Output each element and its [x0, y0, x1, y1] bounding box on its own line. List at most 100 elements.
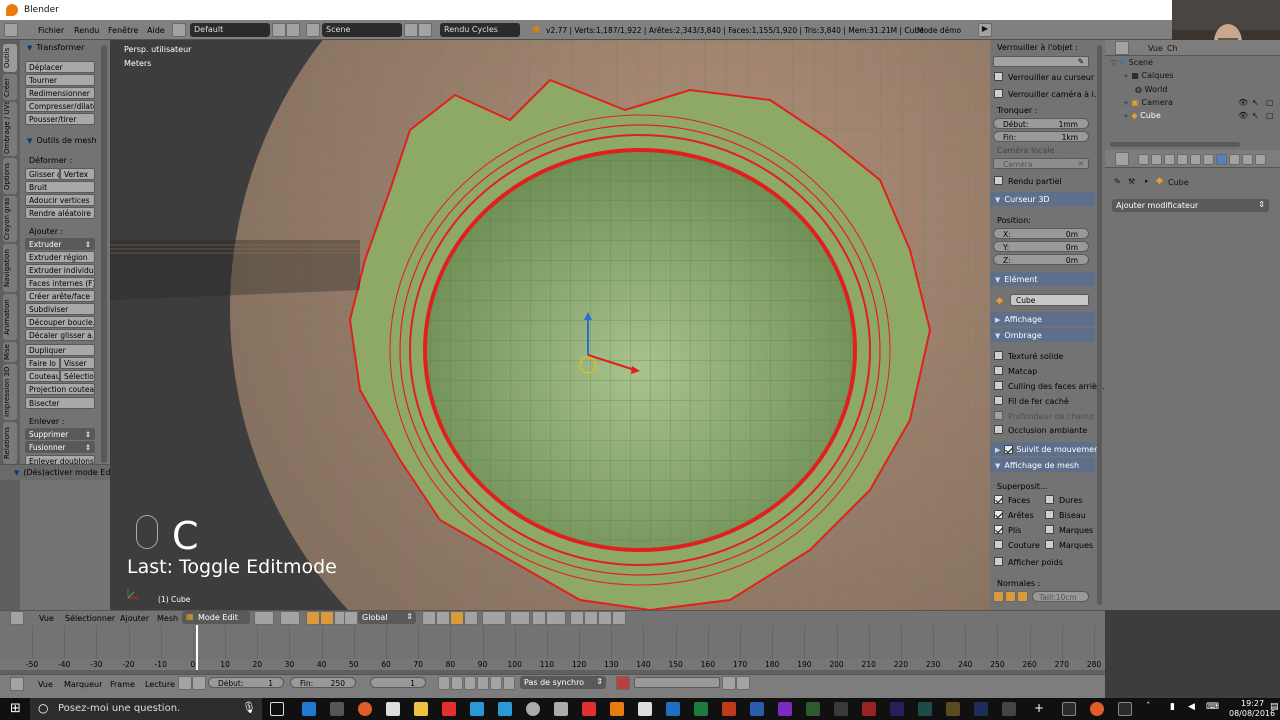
microphone-icon[interactable]: 🎙: [242, 701, 256, 714]
data-tab-icon[interactable]: [1229, 154, 1240, 165]
outliner-scrollbar[interactable]: [1110, 142, 1240, 147]
outlook-icon[interactable]: [666, 702, 680, 716]
keying-set-field[interactable]: [634, 677, 720, 688]
task-view-icon[interactable]: [270, 702, 284, 716]
after-effects-icon[interactable]: [890, 702, 904, 716]
opengl-anim-icon[interactable]: [598, 611, 612, 625]
object-name-field[interactable]: Cube: [1010, 294, 1089, 306]
timeline-menu-marqueur[interactable]: Marqueur: [64, 680, 102, 689]
tab-creer[interactable]: Créer: [3, 74, 17, 100]
object-tab-icon[interactable]: [1190, 154, 1201, 165]
muse-icon[interactable]: [834, 702, 848, 716]
end-frame-field[interactable]: Fin: 250: [290, 677, 356, 688]
jump-end-icon[interactable]: [503, 676, 515, 690]
decaler-glisser-button[interactable]: Décaler glisser a...: [25, 329, 95, 341]
excel-icon[interactable]: [694, 702, 708, 716]
dof-checkbox[interactable]: [994, 411, 1003, 420]
edge-icon[interactable]: [302, 702, 316, 716]
render-engine-select[interactable]: Rendu Cycles: [440, 23, 520, 37]
add-layout-button[interactable]: [272, 23, 286, 37]
last-operator-header[interactable]: ▼ (Dés)activer mode Edit: [14, 468, 116, 477]
app-icon-9[interactable]: [1118, 702, 1132, 716]
timeline[interactable]: -50 -40 -30 -20 -10 0 10 20 30 40 50 60 70 80 90 100 110…: [0, 625, 1105, 698]
textured-solid-checkbox[interactable]: [994, 351, 1003, 360]
dreamweaver-icon[interactable]: [806, 702, 820, 716]
app-icon-2[interactable]: [498, 702, 512, 716]
tab-animation[interactable]: Animation: [3, 294, 17, 340]
jump-keyframe-back-icon[interactable]: [451, 676, 463, 690]
fireworks-icon[interactable]: [946, 702, 960, 716]
matcap-checkbox[interactable]: [994, 366, 1003, 375]
toolshelf-scrollbar[interactable]: [101, 45, 107, 463]
tab-mise[interactable]: Mise: [3, 342, 17, 362]
clip-start-field[interactable]: Début: 1mm: [993, 118, 1089, 129]
remove-layout-button[interactable]: [286, 23, 300, 37]
tab-crayon-gras[interactable]: Crayon gras: [3, 196, 17, 242]
motion-tracking-checkbox[interactable]: [1004, 445, 1014, 454]
tab-outils[interactable]: Outils: [3, 44, 17, 72]
outliner-menu-ch[interactable]: Ch: [1167, 44, 1178, 53]
firefox-tray-icon[interactable]: [1090, 702, 1104, 716]
deplacer-button[interactable]: Déplacer: [25, 61, 95, 73]
store-icon[interactable]: [386, 702, 400, 716]
creer-arete-face-button[interactable]: Créer arête/face: [25, 290, 95, 302]
viewport-menu-ajouter[interactable]: Ajouter: [120, 614, 149, 623]
timeline-menu-vue[interactable]: Vue: [38, 680, 53, 689]
viewport-menu-selectionner[interactable]: Sélectionner: [65, 614, 115, 623]
snap-icon[interactable]: [532, 611, 546, 625]
calculator-icon[interactable]: [330, 702, 344, 716]
cursor3d-panel-header[interactable]: ▼ Curseur 3D: [995, 195, 1050, 204]
pousser-tirer-button[interactable]: Pousser/tirer: [25, 113, 95, 125]
ao-checkbox[interactable]: [994, 425, 1003, 434]
pivot-point-icon[interactable]: [280, 611, 300, 625]
blender-taskbar-icon[interactable]: [610, 702, 624, 716]
scene-tab-icon[interactable]: [1164, 154, 1175, 165]
backface-culling-checkbox[interactable]: [994, 381, 1003, 390]
current-frame-field[interactable]: 1: [370, 677, 426, 688]
glisser-button[interactable]: Glisser a: [25, 168, 60, 180]
render-border-checkbox[interactable]: [994, 176, 1003, 185]
supprimer-menu[interactable]: Supprimer ⇕: [25, 428, 95, 440]
modifiers-tab-icon[interactable]: [1216, 154, 1227, 165]
render-camera-icon[interactable]: ▢: [1266, 98, 1274, 107]
windows-start-icon[interactable]: ⊞: [10, 701, 21, 716]
snap-element-icon[interactable]: [546, 611, 566, 625]
acrobat-icon[interactable]: [442, 702, 456, 716]
start-frame-field[interactable]: Début: 1: [208, 677, 284, 688]
select-arrow-icon[interactable]: ↖: [1252, 111, 1259, 120]
keyboard-icon[interactable]: ⌨: [1206, 702, 1219, 712]
clock-date[interactable]: 08/08/2016: [1229, 709, 1275, 718]
outliner-item-scene[interactable]: ▽ ⚙ Scene: [1111, 58, 1153, 67]
app-icon-6[interactable]: [638, 702, 652, 716]
file-explorer-icon[interactable]: [414, 702, 428, 716]
extruder-menu[interactable]: Extruder ⇕: [25, 238, 95, 250]
add-modifier-menu[interactable]: Ajouter modificateur ⇕: [1112, 199, 1269, 212]
outliner-item-calques[interactable]: + ▦ Calques: [1123, 71, 1173, 80]
jump-keyframe-forward-icon[interactable]: [490, 676, 502, 690]
outliner-item-world[interactable]: ◍ World: [1135, 85, 1167, 94]
clock-time[interactable]: 19:27: [1241, 699, 1264, 708]
timeline-menu-lecture[interactable]: Lecture: [145, 680, 175, 689]
animate-icon[interactable]: [862, 702, 876, 716]
visser-button[interactable]: Visser: [60, 357, 95, 369]
lock-object-field[interactable]: ✎: [993, 56, 1089, 67]
tourner-button[interactable]: Tourner: [25, 74, 95, 86]
app-icon-3[interactable]: [526, 702, 540, 716]
visibility-eye-icon[interactable]: 👁: [1238, 98, 1248, 107]
lock-cursor-checkbox[interactable]: [994, 72, 1003, 81]
render-tab-icon[interactable]: [1138, 154, 1149, 165]
vertex-normal-icon[interactable]: [993, 591, 1004, 602]
orientation-select[interactable]: Global ⇕: [358, 611, 416, 624]
lock-view-icon[interactable]: [612, 611, 626, 625]
mode-select[interactable]: Mode Edit ▦: [182, 611, 250, 624]
outliner-menu-vue[interactable]: Vue: [1148, 44, 1163, 53]
outils-mesh-panel-header[interactable]: ▼ Outils de mesh: [27, 136, 97, 145]
faire-lo-button[interactable]: Faire lo: [25, 357, 60, 369]
tab-ombrage-uvs[interactable]: Ombrage / UVs: [3, 102, 17, 156]
tab-navigation[interactable]: Navigation: [3, 244, 17, 292]
marques-checkbox-1[interactable]: [1045, 525, 1054, 534]
outliner-item-camera[interactable]: + ▣ Camera: [1123, 98, 1173, 107]
viewport-editor-icon[interactable]: [10, 611, 24, 625]
faces-checkbox[interactable]: [994, 495, 1003, 504]
plus-icon[interactable]: +: [1034, 701, 1044, 715]
